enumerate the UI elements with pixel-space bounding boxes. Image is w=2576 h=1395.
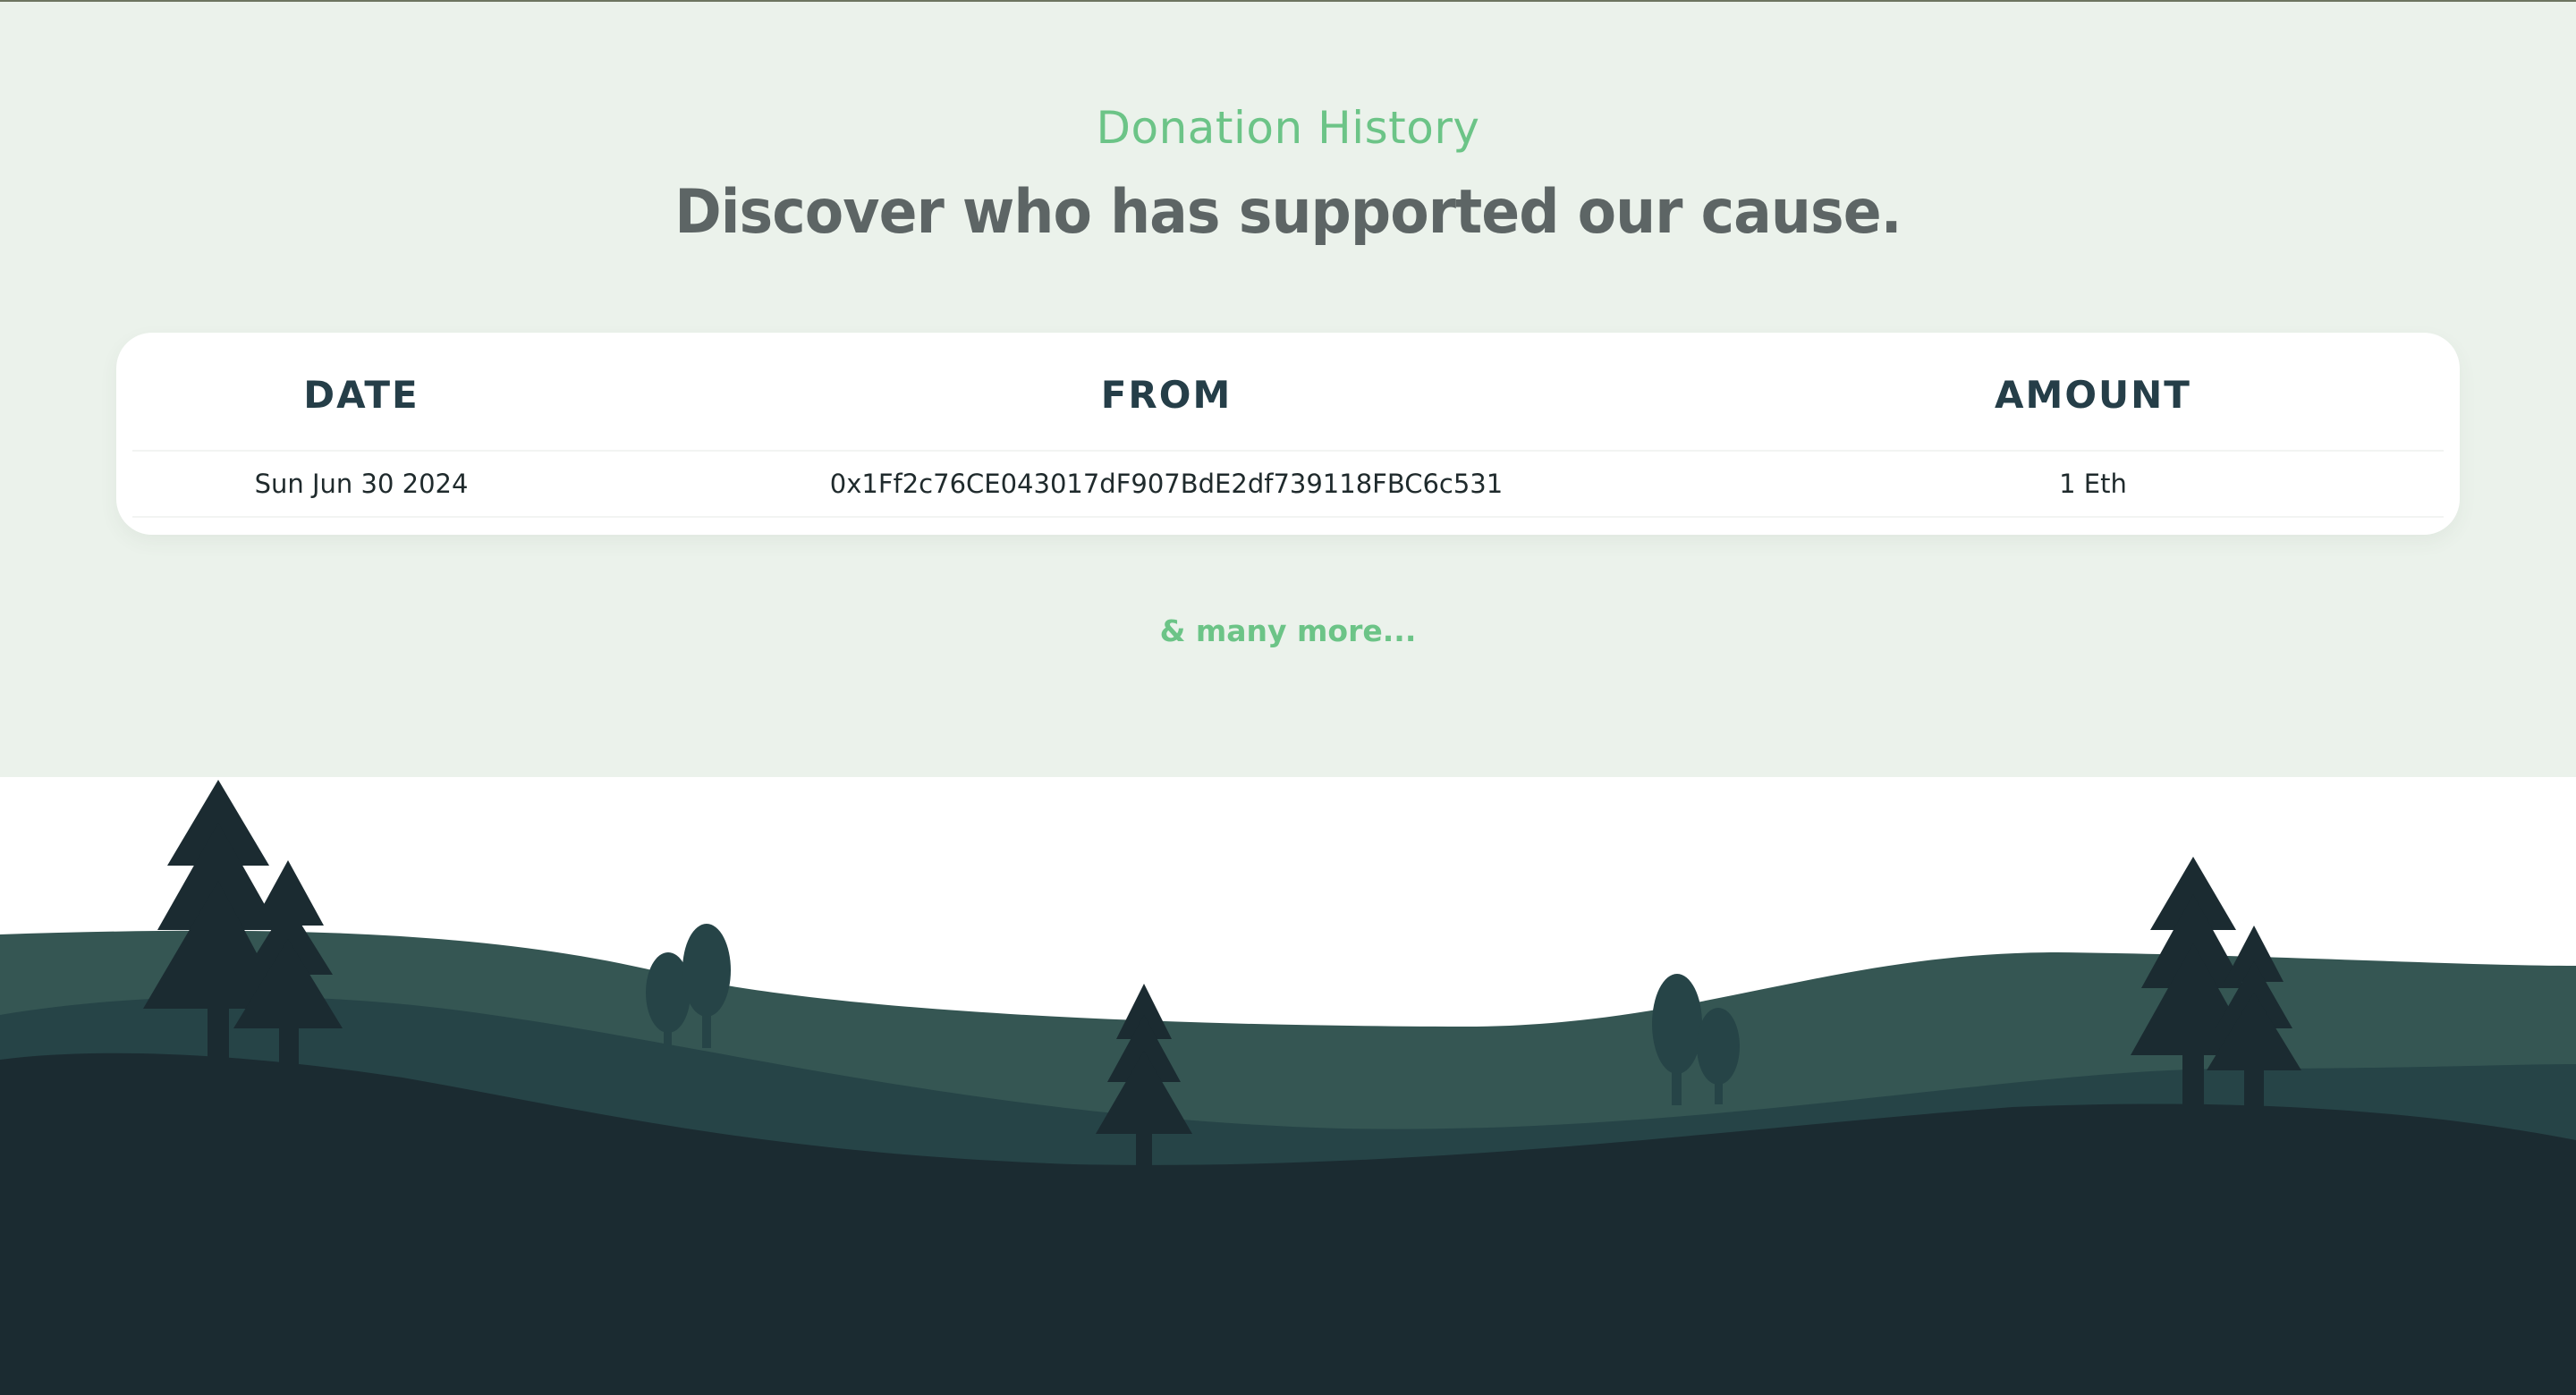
- forest-landscape-illustration: [0, 780, 2576, 1395]
